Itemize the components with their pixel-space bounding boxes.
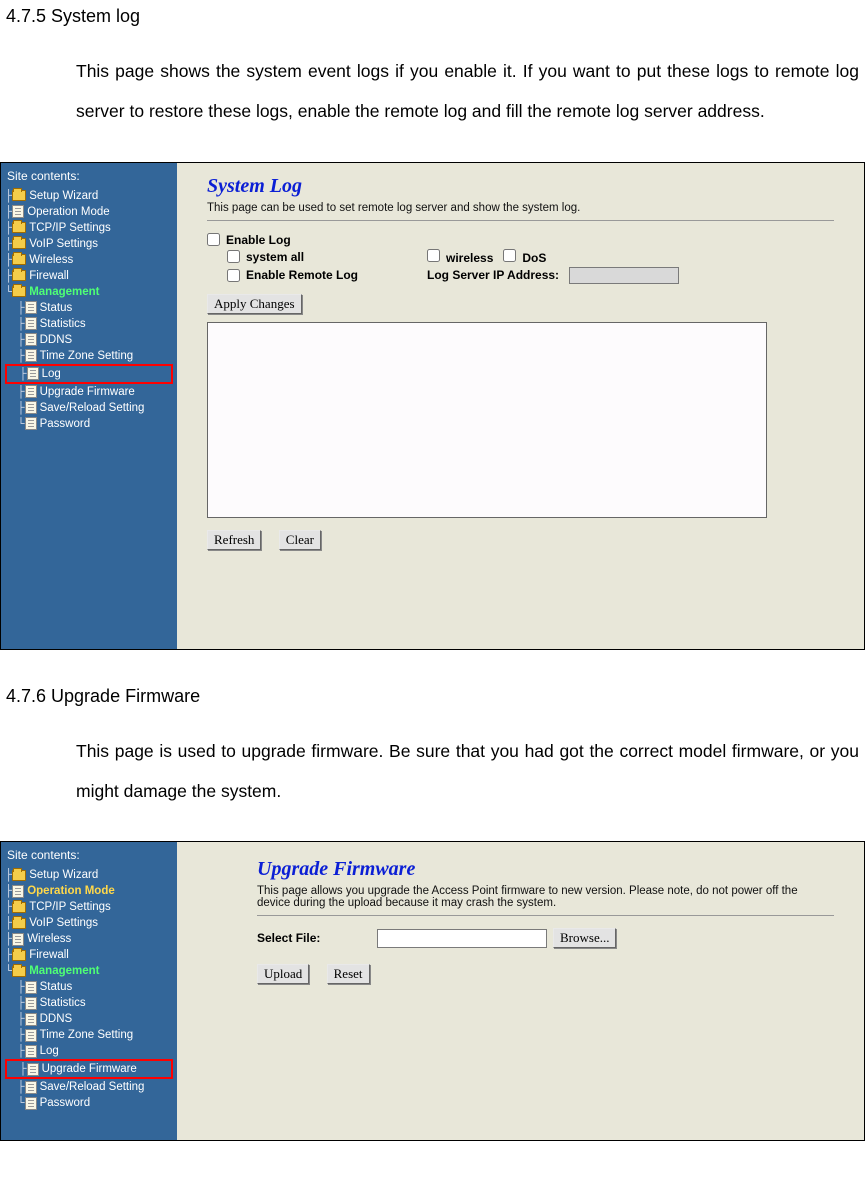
sidebar-item-operation-mode[interactable]: ├Operation Mode: [5, 883, 177, 899]
sidebar-item-management[interactable]: └Management: [5, 284, 177, 300]
apply-changes-button[interactable]: Apply Changes: [207, 294, 302, 314]
file-icon: [25, 1097, 37, 1110]
sidebar-item-wireless[interactable]: ├Wireless: [5, 252, 177, 268]
sidebar-item-voip[interactable]: ├VoIP Settings: [5, 236, 177, 252]
file-icon: [25, 385, 37, 398]
section-body-syslog: This page shows the system event logs if…: [76, 51, 859, 132]
enable-remote-log-checkbox[interactable]: [227, 269, 240, 282]
file-icon: [25, 1081, 37, 1094]
file-icon: [12, 885, 24, 898]
separator: [207, 220, 834, 221]
file-icon: [25, 333, 37, 346]
sidebar-item-status[interactable]: ├Status: [5, 300, 177, 316]
file-icon: [25, 1013, 37, 1026]
section-heading-syslog: 4.7.5 System log: [6, 6, 865, 27]
sidebar-item-upgrade-firmware[interactable]: ├Upgrade Firmware: [5, 1059, 173, 1079]
sidebar: Site contents: ├Setup Wizard ├Operation …: [1, 842, 177, 1140]
sidebar-item-password[interactable]: └Password: [5, 416, 177, 432]
dos-label: DoS: [522, 251, 546, 265]
page-title: Upgrade Firmware: [257, 858, 834, 881]
log-textarea[interactable]: [207, 322, 767, 518]
file-icon: [12, 205, 24, 218]
file-icon: [27, 1063, 39, 1076]
sidebar-item-status[interactable]: ├Status: [5, 979, 177, 995]
file-icon: [25, 1045, 37, 1058]
file-icon: [25, 1029, 37, 1042]
sidebar-item-upgrade-firmware[interactable]: ├Upgrade Firmware: [5, 384, 177, 400]
dos-checkbox[interactable]: [503, 249, 516, 262]
folder-icon: [12, 870, 26, 881]
file-icon: [12, 933, 24, 946]
sidebar-item-management[interactable]: └Management: [5, 963, 177, 979]
folder-icon: [12, 254, 26, 265]
section-heading-firmware: 4.7.6 Upgrade Firmware: [6, 686, 865, 707]
sidebar-item-tcpip[interactable]: ├TCP/IP Settings: [5, 899, 177, 915]
sidebar-item-save-reload[interactable]: ├Save/Reload Setting: [5, 400, 177, 416]
sidebar-item-ddns[interactable]: ├DDNS: [5, 332, 177, 348]
page-title: System Log: [207, 175, 834, 198]
browse-button[interactable]: Browse...: [553, 928, 616, 948]
wireless-checkbox[interactable]: [427, 249, 440, 262]
sidebar: Site contents: ├Setup Wizard ├Operation …: [1, 163, 177, 649]
sidebar-title: Site contents:: [7, 169, 177, 183]
refresh-button[interactable]: Refresh: [207, 530, 261, 550]
system-log-screenshot: Site contents: ├Setup Wizard ├Operation …: [0, 162, 865, 650]
log-server-ip-input[interactable]: [569, 267, 679, 284]
sidebar-item-wireless[interactable]: ├Wireless: [5, 931, 177, 947]
sidebar-item-firewall[interactable]: ├Firewall: [5, 268, 177, 284]
folder-icon: [12, 222, 26, 233]
sidebar-item-firewall[interactable]: ├Firewall: [5, 947, 177, 963]
log-server-ip-label: Log Server IP Address:: [427, 268, 559, 282]
sidebar-item-setup-wizard[interactable]: ├Setup Wizard: [5, 867, 177, 883]
section-body-firmware: This page is used to upgrade firmware. B…: [76, 731, 859, 812]
folder-icon: [12, 238, 26, 249]
sidebar-item-statistics[interactable]: ├Statistics: [5, 316, 177, 332]
folder-icon: [12, 902, 26, 913]
folder-icon: [12, 270, 26, 281]
sidebar-title: Site contents:: [7, 848, 177, 862]
sidebar-item-operation-mode[interactable]: ├Operation Mode: [5, 204, 177, 220]
file-icon: [25, 301, 37, 314]
select-file-label: Select File:: [257, 931, 377, 945]
sidebar-item-tcpip[interactable]: ├TCP/IP Settings: [5, 220, 177, 236]
file-icon: [25, 401, 37, 414]
page-desc: This page can be used to set remote log …: [207, 202, 834, 214]
folder-icon: [12, 190, 26, 201]
sidebar-item-statistics[interactable]: ├Statistics: [5, 995, 177, 1011]
file-icon: [25, 317, 37, 330]
page-desc: This page allows you upgrade the Access …: [257, 885, 834, 909]
clear-button[interactable]: Clear: [279, 530, 321, 550]
file-icon: [27, 367, 39, 380]
system-log-content: System Log This page can be used to set …: [177, 163, 864, 649]
sidebar-item-save-reload[interactable]: ├Save/Reload Setting: [5, 1079, 177, 1095]
system-all-label: system all: [246, 250, 304, 264]
folder-icon: [12, 918, 26, 929]
file-icon: [25, 349, 37, 362]
sidebar-item-voip[interactable]: ├VoIP Settings: [5, 915, 177, 931]
wireless-label: wireless: [446, 251, 493, 265]
file-path-input[interactable]: [377, 929, 547, 948]
folder-icon: [12, 966, 26, 977]
separator: [257, 915, 834, 916]
file-icon: [25, 417, 37, 430]
folder-icon: [12, 950, 26, 961]
folder-icon: [12, 286, 26, 297]
file-icon: [25, 981, 37, 994]
sidebar-item-setup-wizard[interactable]: ├Setup Wizard: [5, 188, 177, 204]
enable-remote-log-label: Enable Remote Log: [246, 268, 358, 282]
system-all-checkbox[interactable]: [227, 250, 240, 263]
sidebar-item-timezone[interactable]: ├Time Zone Setting: [5, 348, 177, 364]
upload-button[interactable]: Upload: [257, 964, 309, 984]
upgrade-firmware-content: Upgrade Firmware This page allows you up…: [177, 842, 864, 1140]
upgrade-firmware-screenshot: Site contents: ├Setup Wizard ├Operation …: [0, 841, 865, 1141]
file-icon: [25, 997, 37, 1010]
sidebar-item-ddns[interactable]: ├DDNS: [5, 1011, 177, 1027]
sidebar-item-log[interactable]: ├Log: [5, 1043, 177, 1059]
enable-log-checkbox[interactable]: [207, 233, 220, 246]
sidebar-item-log[interactable]: ├Log: [5, 364, 173, 384]
sidebar-item-password[interactable]: └Password: [5, 1095, 177, 1111]
enable-log-label: Enable Log: [226, 233, 291, 247]
reset-button[interactable]: Reset: [327, 964, 370, 984]
sidebar-item-timezone[interactable]: ├Time Zone Setting: [5, 1027, 177, 1043]
